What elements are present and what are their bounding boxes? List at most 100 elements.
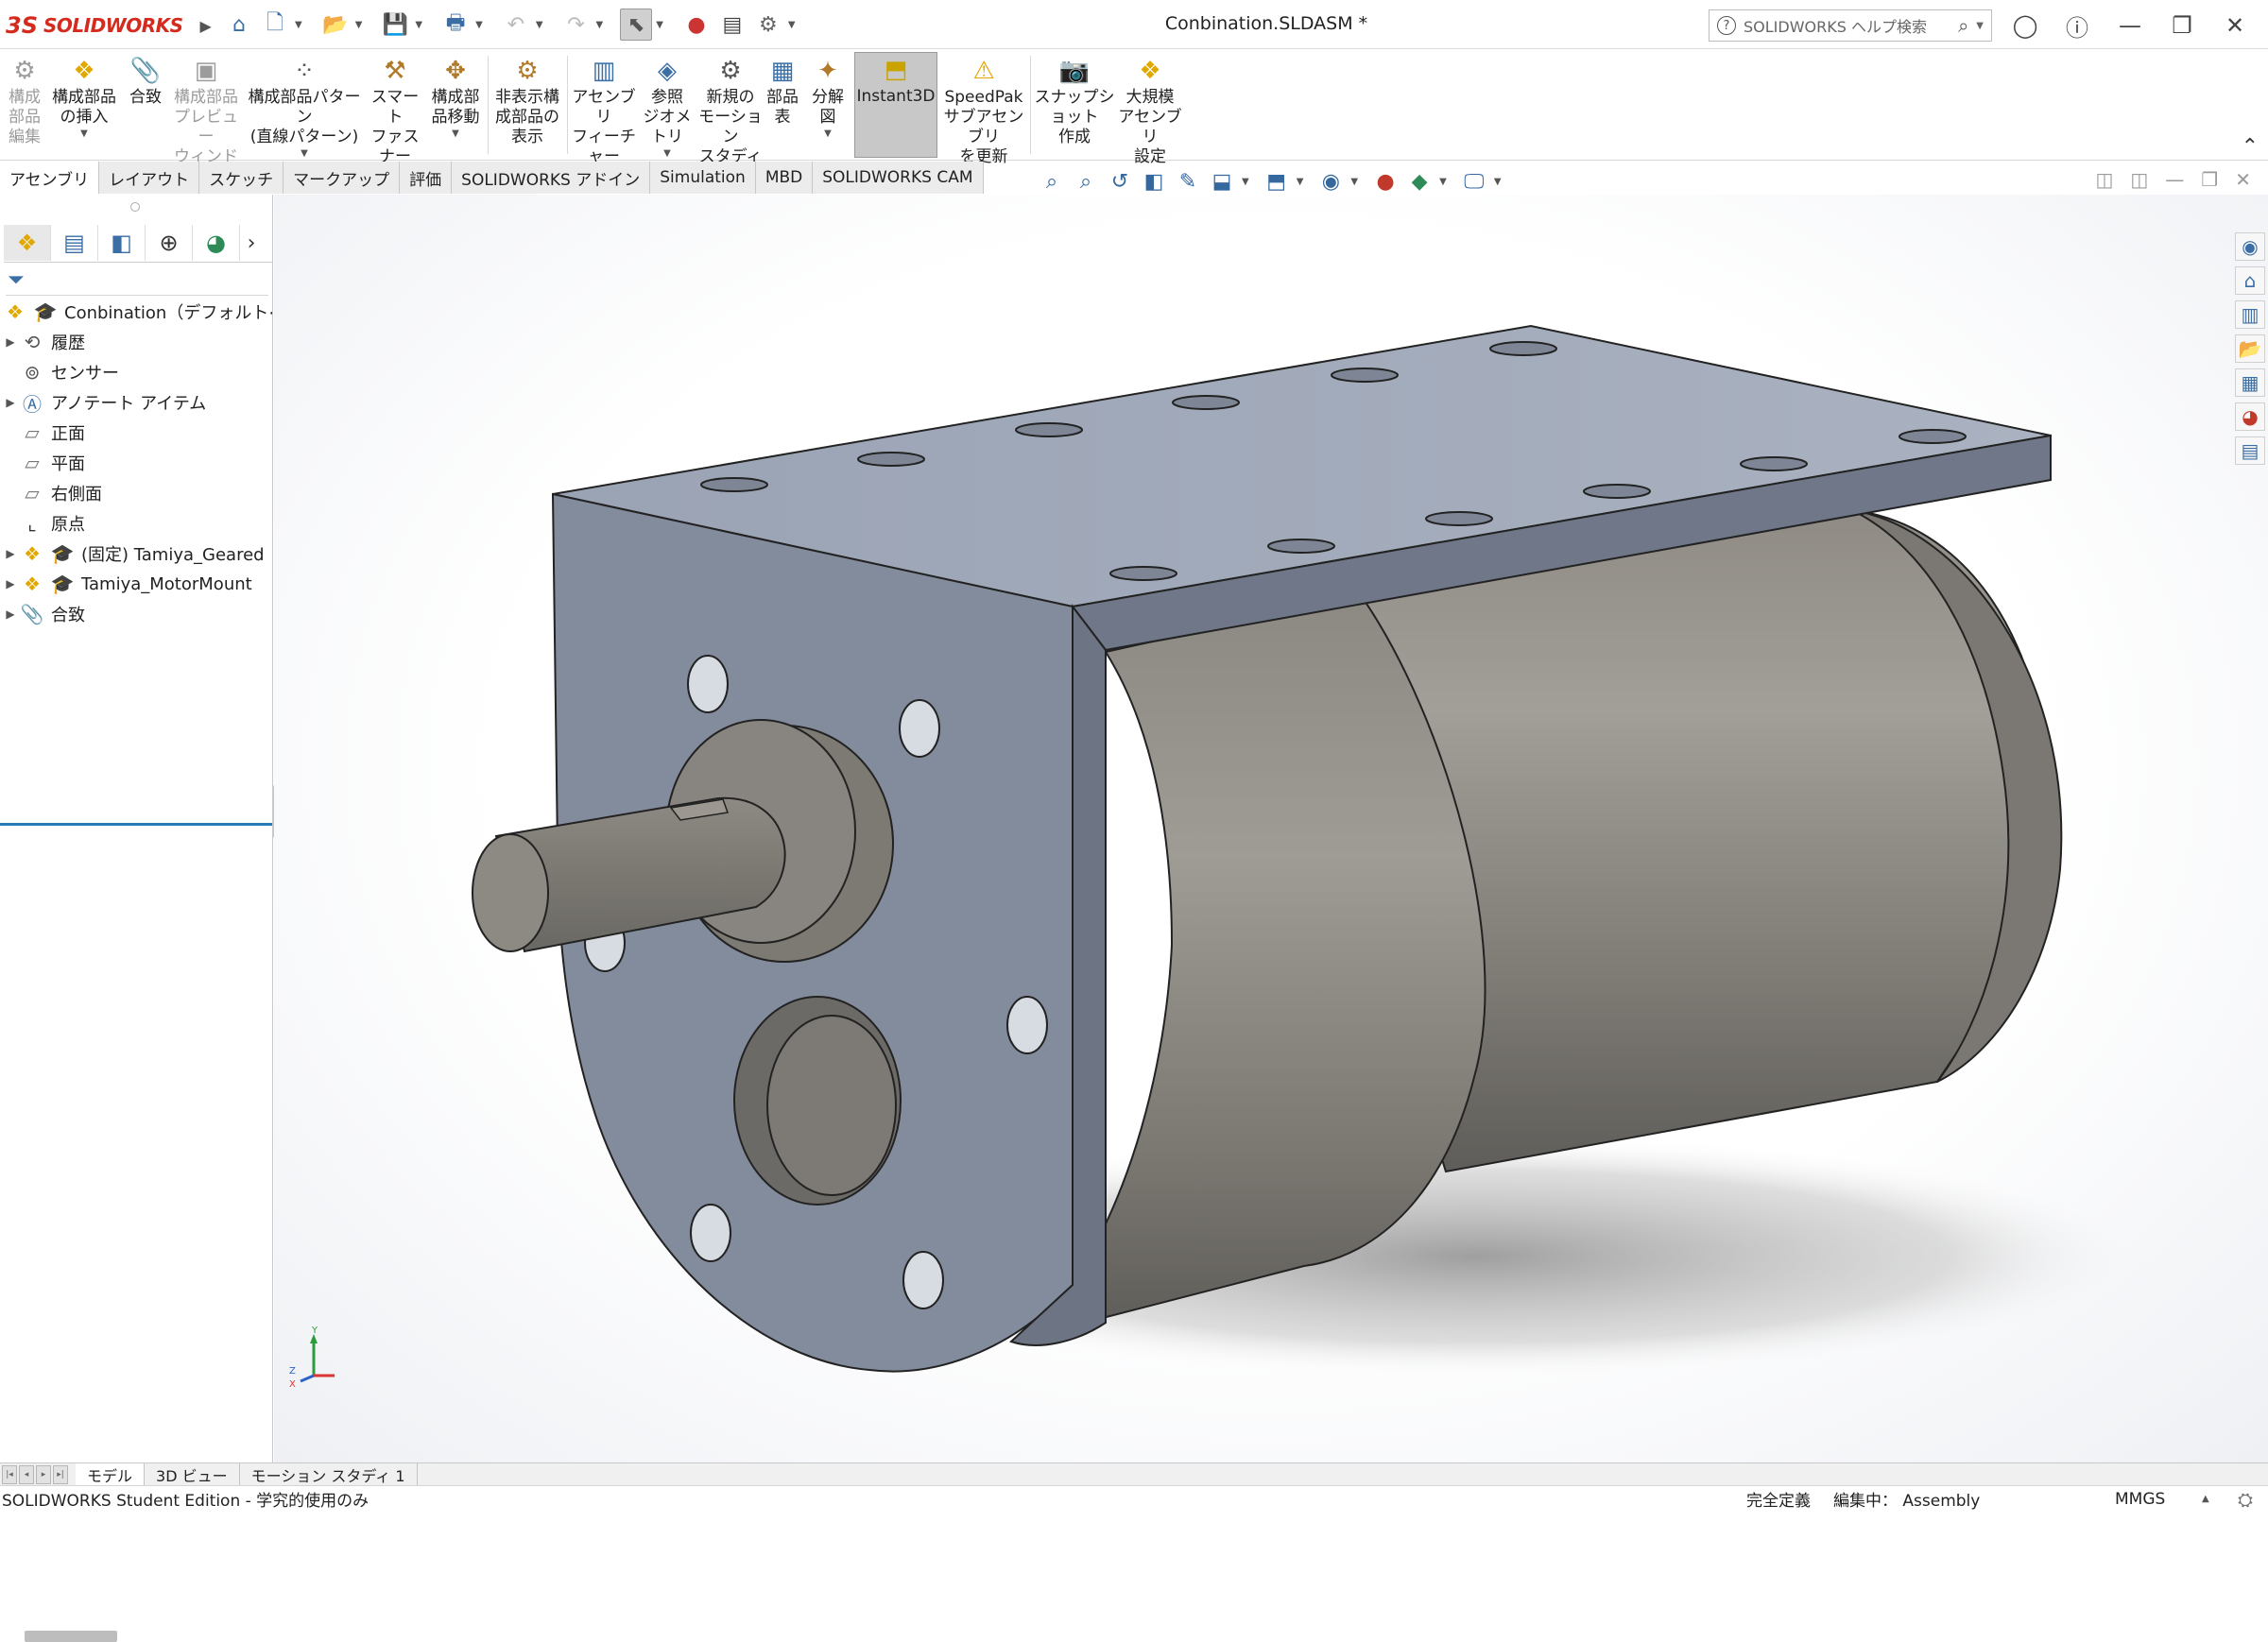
- mate-button[interactable]: 📎 合致: [125, 54, 166, 108]
- view-orientation-icon[interactable]: ⬓: [1208, 167, 1236, 196]
- tree-item-part-geared[interactable]: ▶ ❖ 🎓 (固定) Tamiya_Geared: [0, 539, 272, 569]
- expand-arrow-icon[interactable]: ▶: [0, 607, 21, 621]
- tree-item-origin[interactable]: ⌞ 原点: [0, 508, 272, 539]
- section-view-icon[interactable]: ◧: [1140, 167, 1168, 196]
- edit-component-button[interactable]: ⚙ 構成 部品 編集: [4, 54, 45, 147]
- zoom-to-fit-icon[interactable]: ⌕: [1038, 167, 1066, 196]
- collapse-ribbon-chevron-icon[interactable]: ⌃: [2242, 135, 2259, 159]
- help-search-input[interactable]: SOLIDWORKS ヘルプ検索: [1744, 14, 1927, 37]
- take-snapshot-button[interactable]: 📷 スナップショット 作成: [1034, 54, 1115, 147]
- tree-rollback-bar[interactable]: [0, 823, 272, 826]
- viewport-close-icon[interactable]: ✕: [2235, 168, 2251, 191]
- tree-item-part-motormount[interactable]: ▶ ❖ 🎓 Tamiya_MotorMount: [0, 569, 272, 599]
- edit-appearance-icon[interactable]: ●: [1371, 167, 1400, 196]
- custom-properties-icon[interactable]: ▤: [2235, 436, 2265, 465]
- view-palette-icon[interactable]: ▦: [2235, 368, 2265, 397]
- tree-filter-icon[interactable]: ⏷: [8, 268, 25, 292]
- insert-components-button[interactable]: ❖ 構成部品 の挿入 ▼: [47, 54, 121, 141]
- search-dropdown-icon[interactable]: ▼: [1976, 21, 1984, 31]
- status-info-icon[interactable]: ⛭: [2238, 1488, 2253, 1511]
- tab-layout[interactable]: レイアウト: [99, 162, 200, 194]
- tree-item-mates[interactable]: ▶ 📎 合致: [0, 599, 272, 629]
- appearances-scenes-icon[interactable]: ◕: [2235, 402, 2265, 431]
- propertymanager-tab-icon[interactable]: ▤: [51, 225, 98, 261]
- previous-view-icon[interactable]: ↺: [1106, 167, 1134, 196]
- dynamic-annotation-icon[interactable]: ✎: [1174, 167, 1202, 196]
- featuremanager-tab-icon[interactable]: ❖: [4, 225, 51, 261]
- tab-motion-study[interactable]: モーション スタディ 1: [240, 1462, 418, 1486]
- view-settings-monitor-icon[interactable]: 🖵: [1460, 167, 1488, 196]
- hide-show-items-icon[interactable]: ◉: [1316, 167, 1345, 196]
- tab-mbd[interactable]: MBD: [755, 162, 814, 194]
- exploded-view-button[interactable]: ✦ 分解 図 ▼: [811, 54, 845, 141]
- large-assembly-settings-button[interactable]: ❖ 大規模 アセンブリ 設定: [1117, 54, 1183, 167]
- assembly-model-render[interactable]: [274, 195, 2268, 1462]
- minimize-icon[interactable]: —: [2114, 9, 2146, 42]
- tab-addins[interactable]: SOLIDWORKS アドイン: [452, 162, 651, 194]
- next-tab-nav-icon[interactable]: ▸: [36, 1464, 51, 1484]
- tree-item-annotations[interactable]: ▶ Ⓐ アノテート アイテム: [0, 387, 272, 418]
- file-explorer-icon[interactable]: 📂: [2235, 334, 2265, 363]
- tree-item-front-plane[interactable]: ▱ 正面: [0, 418, 272, 448]
- units-dropdown-icon[interactable]: ▲: [2202, 1494, 2209, 1504]
- exploded-view-dropdown-icon[interactable]: ▼: [811, 128, 845, 141]
- horizontal-scrollbar-thumb[interactable]: [25, 1631, 117, 1642]
- move-component-button[interactable]: ✥ 構成部 品移動 ▼: [427, 54, 484, 141]
- more-tabs-chevron-icon[interactable]: ›: [240, 225, 263, 261]
- search-icon[interactable]: ⌕: [1958, 14, 1968, 37]
- view-settings-dropdown-icon[interactable]: ▼: [1494, 177, 1502, 187]
- help-search-box[interactable]: ? SOLIDWORKS ヘルプ検索 ⌕ ▼: [1709, 9, 1992, 42]
- split-view-right-icon[interactable]: ◫: [2130, 168, 2148, 191]
- prev-tab-nav-icon[interactable]: ◂: [19, 1464, 34, 1484]
- split-view-left-icon[interactable]: ◫: [2095, 168, 2113, 191]
- close-icon[interactable]: ✕: [2219, 9, 2251, 42]
- tab-assembly[interactable]: アセンブリ: [0, 162, 100, 194]
- tab-model[interactable]: モデル: [76, 1462, 146, 1486]
- insert-components-dropdown-icon[interactable]: ▼: [47, 128, 121, 141]
- graphics-area[interactable]: ◉ ⌂ ▥ 📂 ▦ ◕ ▤ Y Z X: [274, 195, 2268, 1462]
- tab-sketch[interactable]: スケッチ: [199, 162, 284, 194]
- panel-grip-handle[interactable]: [130, 202, 140, 212]
- move-component-dropdown-icon[interactable]: ▼: [427, 128, 484, 141]
- expand-arrow-icon[interactable]: ▶: [0, 547, 21, 560]
- tab-evaluate[interactable]: 評価: [400, 162, 453, 194]
- reference-geometry-button[interactable]: ◈ 参照 ジオメトリ ▼: [641, 54, 694, 161]
- tab-simulation[interactable]: Simulation: [650, 162, 756, 194]
- tree-root-assembly[interactable]: ❖ 🎓 Conbination（デフォルト<表: [0, 297, 272, 327]
- tree-item-top-plane[interactable]: ▱ 平面: [0, 448, 272, 478]
- tab-cam[interactable]: SOLIDWORKS CAM: [813, 162, 984, 194]
- display-style-icon[interactable]: ⬒: [1263, 167, 1291, 196]
- linear-component-pattern-button[interactable]: ⁘ 構成部品パターン (直線パターン) ▼: [246, 54, 363, 161]
- linear-pattern-dropdown-icon[interactable]: ▼: [246, 147, 363, 161]
- hide-show-dropdown-icon[interactable]: ▼: [1350, 177, 1358, 187]
- tab-markup[interactable]: マークアップ: [284, 162, 401, 194]
- home-icon[interactable]: ⌂: [2235, 266, 2265, 295]
- expand-arrow-icon[interactable]: ▶: [0, 335, 21, 349]
- dimxpert-tab-icon[interactable]: ⊕: [146, 225, 193, 261]
- tab-3d-views[interactable]: 3D ビュー: [145, 1462, 240, 1486]
- new-motion-study-button[interactable]: ⚙ 新規の モーション スタディ: [697, 54, 764, 167]
- expand-arrow-icon[interactable]: ▶: [0, 577, 21, 590]
- display-style-dropdown-icon[interactable]: ▼: [1297, 177, 1304, 187]
- configurationmanager-tab-icon[interactable]: ◧: [98, 225, 146, 261]
- smart-fasteners-button[interactable]: ⚒ スマート ファスナー: [367, 54, 423, 167]
- help-icon[interactable]: ⓘ: [2061, 9, 2093, 42]
- view-orientation-dropdown-icon[interactable]: ▼: [1242, 177, 1249, 187]
- show-hidden-components-button[interactable]: ⚙ 非表示構 成部品の 表示: [491, 54, 563, 147]
- tree-item-history[interactable]: ▶ ⟲ 履歴: [0, 327, 272, 357]
- scene-dropdown-icon[interactable]: ▼: [1439, 177, 1447, 187]
- display-manager-tab-icon[interactable]: ◕: [193, 225, 240, 261]
- apply-scene-icon[interactable]: ◆: [1405, 167, 1434, 196]
- first-tab-nav-icon[interactable]: |◂: [2, 1464, 17, 1484]
- last-tab-nav-icon[interactable]: ▸|: [53, 1464, 68, 1484]
- restore-icon[interactable]: ❐: [2166, 9, 2198, 42]
- viewport-restore-icon[interactable]: ❐: [2201, 168, 2218, 191]
- expand-arrow-icon[interactable]: ▶: [0, 396, 21, 409]
- bill-of-materials-button[interactable]: ▦ 部品 表: [765, 54, 799, 128]
- reference-geometry-dropdown-icon[interactable]: ▼: [641, 147, 694, 161]
- instant3d-toggle[interactable]: ⬒ Instant3D: [854, 52, 937, 158]
- solidworks-resources-icon[interactable]: ◉: [2235, 232, 2265, 261]
- design-library-icon[interactable]: ▥: [2235, 300, 2265, 329]
- speedpak-update-button[interactable]: ⚠ SpeedPak サブアセンブリ を更新: [941, 54, 1026, 167]
- tree-item-right-plane[interactable]: ▱ 右側面: [0, 478, 272, 508]
